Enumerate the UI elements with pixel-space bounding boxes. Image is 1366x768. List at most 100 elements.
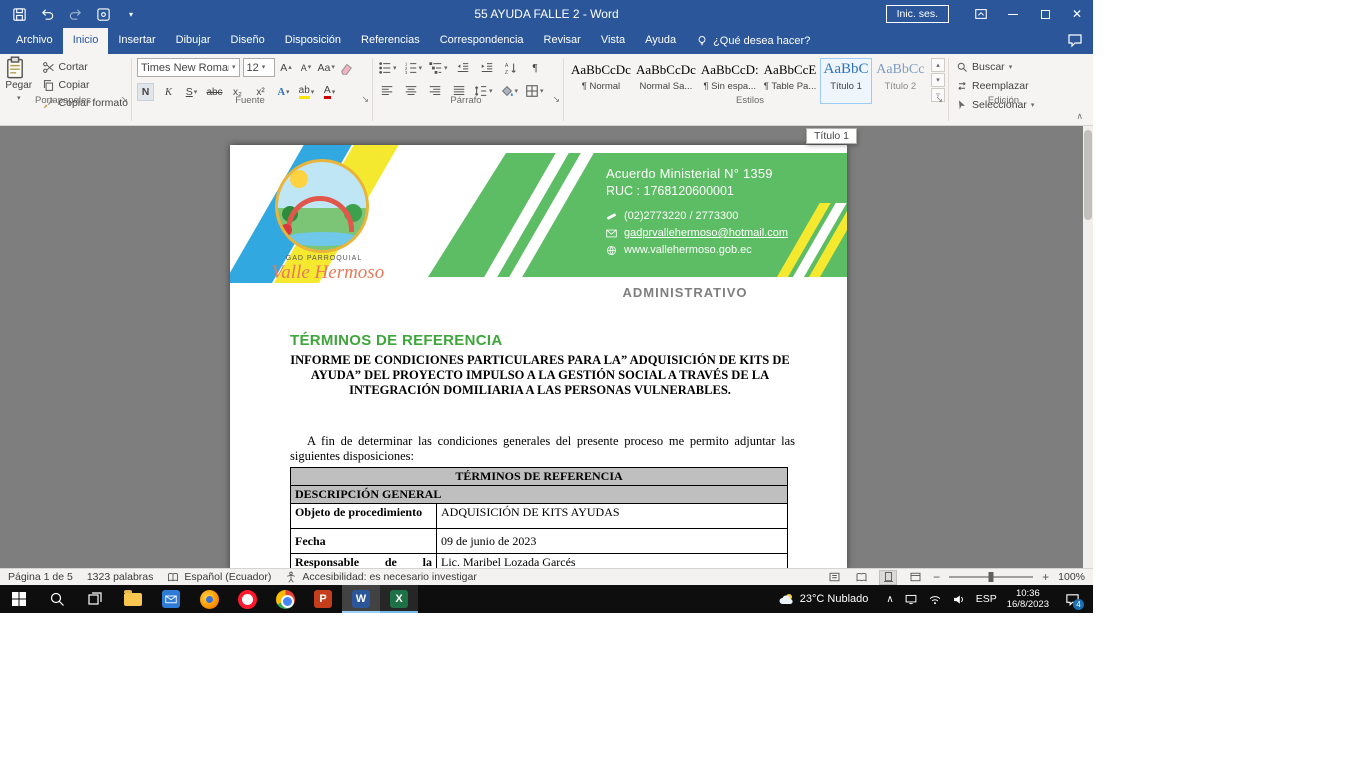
focus-icon[interactable] [825,570,843,585]
word-button[interactable]: W [342,585,380,613]
file-explorer-button[interactable] [114,585,152,613]
tab-diseno[interactable]: Diseño [221,28,275,54]
save-icon[interactable] [10,5,28,23]
speaker-icon[interactable] [952,593,966,606]
undo-icon[interactable] [38,5,56,23]
copy-button[interactable]: Copiar [42,76,128,94]
replace-button[interactable]: Reemplazar [956,77,1056,95]
clear-formatting-icon[interactable] [338,59,355,77]
font-name-combo[interactable]: Times New Roman ▾ [137,58,240,77]
comments-icon[interactable] [1067,32,1083,48]
tab-disposicion[interactable]: Disposición [275,28,351,54]
cut-button[interactable]: Cortar [42,58,128,76]
zoom-in-icon[interactable]: + [1042,571,1049,583]
doc-scrollbar[interactable] [1083,126,1093,568]
ribbon-display-options-icon[interactable] [965,0,997,28]
page-indicator[interactable]: Página 1 de 5 [8,571,73,583]
sign-in-button[interactable]: Inic. ses. [886,5,949,23]
tab-referencias[interactable]: Referencias [351,28,430,54]
styles-dialog-launcher-icon[interactable]: ↘ [935,94,943,105]
group-paragraph: ▾ 123▾ ▾ AZ [378,56,560,108]
tell-me-box[interactable]: ¿Qué desea hacer? [686,28,820,54]
document-page[interactable]: Acuerdo Ministerial N° 1359 RUC : 176812… [230,145,847,568]
proofing-status[interactable]: Español (Ecuador) [167,571,271,583]
font-dialog-launcher-icon[interactable]: ↘ [361,94,369,105]
increase-indent-icon[interactable] [479,59,496,77]
maximize-button[interactable] [1029,0,1061,28]
clipboard-dialog-launcher-icon[interactable]: ↘ [120,94,128,105]
zoom-out-icon[interactable]: − [933,571,940,583]
change-case-label: Aa [318,62,331,74]
show-marks-icon[interactable]: ¶ [527,59,544,77]
bullets-icon[interactable]: ▾ [378,59,397,77]
chrome-button[interactable] [266,585,304,613]
sort-icon[interactable]: AZ [503,59,520,77]
collapse-ribbon-icon[interactable]: ∧ [1076,111,1083,122]
zoom-slider[interactable] [949,576,1033,578]
mail-button[interactable] [152,585,190,613]
change-case-button[interactable]: Aa▾ [318,59,335,77]
replace-icon [956,80,968,92]
tab-revisar[interactable]: Revisar [534,28,591,54]
task-view-button[interactable] [76,585,114,613]
desktop: ▾ 55 AYUDA FALLE 2 - Word Inic. ses. ✕ A… [0,0,1366,768]
word-count[interactable]: 1323 palabras [87,571,154,583]
find-button[interactable]: Buscar▾ [956,58,1056,76]
touch-mode-icon[interactable] [94,5,112,23]
styles-scroll-up-icon[interactable]: ▴ [931,58,945,72]
web-value: www.vallehermoso.gob.ec [624,244,752,256]
font-size-value: 12 [247,62,259,74]
start-button[interactable] [0,585,38,613]
accessibility-status[interactable]: Accesibilidad: es necesario investigar [285,571,477,583]
powerpoint-icon: P [314,590,332,608]
replace-label: Reemplazar [972,80,1029,92]
doc-scrollbar-thumb[interactable] [1084,130,1092,220]
weather-label: 23°C Nublado [800,593,869,605]
keyboard-language[interactable]: ESP [976,593,997,605]
svg-text:3: 3 [404,70,407,75]
tab-insertar[interactable]: Insertar [108,28,165,54]
group-styles: AaBbCcDc ¶ Normal AaBbCcDc Normal Sa... … [570,56,945,108]
weather-widget[interactable]: 23°C Nublado [768,592,879,606]
style-preview: AaBbCcDc [636,62,696,77]
tab-vista[interactable]: Vista [591,28,635,54]
proofing-book-icon [167,571,179,583]
minimize-button[interactable] [997,0,1029,28]
shrink-font-icon[interactable]: A▾ [298,59,315,77]
ribbon: Pegar ▾ Cortar Copiar [0,54,1093,126]
ribbon-separator [372,58,373,121]
powerpoint-button[interactable]: P [304,585,342,613]
web-layout-icon[interactable] [906,570,924,585]
read-mode-icon[interactable] [852,570,870,585]
redo-icon[interactable] [66,5,84,23]
paragraph-dialog-launcher-icon[interactable]: ↘ [552,94,560,105]
firefox-button[interactable] [190,585,228,613]
tab-archivo[interactable]: Archivo [6,28,63,54]
tab-ayuda[interactable]: Ayuda [635,28,686,54]
tab-inicio[interactable]: Inicio [63,28,109,54]
multilevel-list-icon[interactable]: ▾ [429,59,448,77]
zoom-level[interactable]: 100% [1058,571,1085,583]
excel-button[interactable]: X [380,585,418,613]
display-icon[interactable] [904,593,918,606]
numbering-icon[interactable]: 123▾ [404,59,423,77]
responsable-name: Lic. Maribel Lozada Garcés [441,555,783,568]
font-size-combo[interactable]: 12 ▾ [243,58,275,77]
grow-font-icon[interactable]: A▴ [278,59,295,77]
customize-qat-icon[interactable]: ▾ [122,5,140,23]
notification-center-button[interactable]: 4 [1059,585,1085,613]
print-layout-icon[interactable] [879,570,897,585]
search-button[interactable] [38,585,76,613]
tray-expand-icon[interactable]: ∧ [886,594,893,605]
opera-button[interactable] [228,585,266,613]
tab-dibujar[interactable]: Dibujar [166,28,221,54]
styles-scroll-down-icon[interactable]: ▾ [931,73,945,87]
zoom-slider-thumb[interactable] [989,572,994,582]
flower-icon [280,224,292,236]
close-button[interactable]: ✕ [1061,0,1093,28]
tab-correspondencia[interactable]: Correspondencia [430,28,534,54]
table-title-cell: TÉRMINOS DE REFERENCIA [291,468,788,486]
network-icon[interactable] [928,593,942,606]
decrease-indent-icon[interactable] [455,59,472,77]
clock[interactable]: 10:36 16/8/2023 [1007,588,1049,610]
